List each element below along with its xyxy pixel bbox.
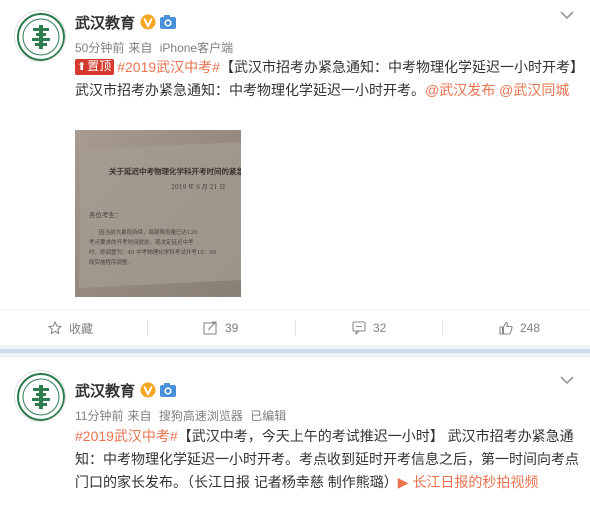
- action-divider: [295, 320, 296, 336]
- forward-icon: [203, 321, 217, 335]
- comment-icon: [352, 321, 366, 335]
- chevron-down-icon[interactable]: [560, 10, 574, 20]
- favorite-button[interactable]: 收藏: [48, 310, 93, 346]
- post-meta: 11分钟前 来自 搜狗高速浏览器 已编辑: [75, 407, 290, 424]
- notice-photo-image: 关于延迟中考物理化学科开考时间的紧急通知 2019 年 6 月 21 日 各位考…: [75, 130, 241, 297]
- video-link[interactable]: ▶ 长江日报的秒拍视频: [398, 474, 539, 490]
- photo-line: 段实施程序调整。: [89, 258, 133, 266]
- thumbs-up-icon: [499, 321, 513, 335]
- chevron-down-icon[interactable]: [560, 375, 574, 385]
- pin-badge: ⬆置顶: [75, 59, 115, 75]
- author-name[interactable]: 武汉教育: [75, 380, 135, 401]
- wuhan-education-logo-icon: [17, 373, 65, 421]
- avatar[interactable]: [14, 370, 66, 422]
- camera-icon[interactable]: [159, 14, 177, 30]
- wuhan-education-logo-icon: [17, 13, 65, 61]
- action-divider: [147, 320, 148, 336]
- like-button[interactable]: 248: [499, 310, 540, 346]
- hashtag-link[interactable]: #2019武汉中考#: [117, 59, 220, 75]
- action-divider: [442, 320, 443, 336]
- pin-label: 置顶: [87, 59, 112, 73]
- photo-line: 因当前大暴雨持续，局部降雨量已达120: [99, 228, 198, 236]
- photo-date: 2019 年 6 月 21 日: [171, 183, 225, 191]
- verified-v-icon: [140, 14, 156, 30]
- divider-line: [0, 349, 590, 353]
- post-text: #2019武汉中考#【武汉中考，今天上午的考试推迟一小时】 武汉市招考办紧急通知…: [75, 425, 580, 494]
- post-meta: 50分钟前 来自 iPhone客户端: [75, 39, 237, 56]
- forward-button[interactable]: 39: [203, 310, 238, 346]
- mention-link[interactable]: @武汉同城: [499, 82, 569, 98]
- source-prefix: 来自: [128, 41, 153, 55]
- hashtag-link[interactable]: #2019武汉中考#: [75, 428, 178, 444]
- action-bar: 收藏 39 32 248: [0, 309, 590, 345]
- feed-divider: [0, 345, 590, 357]
- verified-v-icon: [140, 382, 156, 398]
- author-name[interactable]: 武汉教育: [75, 12, 135, 33]
- post-source: 搜狗高速浏览器: [158, 409, 243, 423]
- photo-title: 关于延迟中考物理化学科开考时间的紧急通知: [109, 166, 241, 176]
- favorite-label: 收藏: [69, 321, 94, 336]
- star-icon: [48, 321, 62, 335]
- edited-label[interactable]: 已编辑: [250, 409, 286, 423]
- photo-line: 时，即调整为：40 中考物理化学科考试开考10：00: [89, 248, 217, 256]
- comment-count: 32: [373, 321, 387, 335]
- post-time[interactable]: 50分钟前: [75, 41, 124, 55]
- author-row: 武汉教育: [75, 379, 177, 401]
- pin-arrow-icon: ⬆: [77, 61, 87, 73]
- source-prefix: 来自: [127, 409, 152, 423]
- weibo-post: 武汉教育 11分钟前 来自 搜狗高速浏览器 已编辑 #2019武汉中考#【武汉中考…: [0, 357, 590, 521]
- post-time[interactable]: 11分钟前: [75, 409, 123, 423]
- forward-count: 39: [225, 321, 239, 335]
- avatar[interactable]: [14, 10, 66, 62]
- camera-icon[interactable]: [159, 382, 177, 398]
- mention-link[interactable]: @武汉发布: [425, 82, 495, 98]
- comment-button[interactable]: 32: [352, 310, 386, 346]
- post-text: ⬆置顶 #2019武汉中考#【武汉市招考办紧急通知：中考物理化学延迟一小时开考】武…: [75, 56, 580, 102]
- post-photo[interactable]: 关于延迟中考物理化学科开考时间的紧急通知 2019 年 6 月 21 日 各位考…: [75, 130, 241, 297]
- weibo-post: 武汉教育 50分钟前 来自 iPhone客户端 ⬆置顶 #2019武汉中考#【武汉市…: [0, 0, 590, 345]
- photo-greeting: 各位考生：: [89, 210, 122, 219]
- author-row: 武汉教育: [75, 11, 177, 33]
- like-count: 248: [520, 321, 541, 335]
- post-source: iPhone客户端: [159, 41, 234, 55]
- photo-line: 考点要求的开考时间提前，现决定延迟中考: [89, 238, 194, 246]
